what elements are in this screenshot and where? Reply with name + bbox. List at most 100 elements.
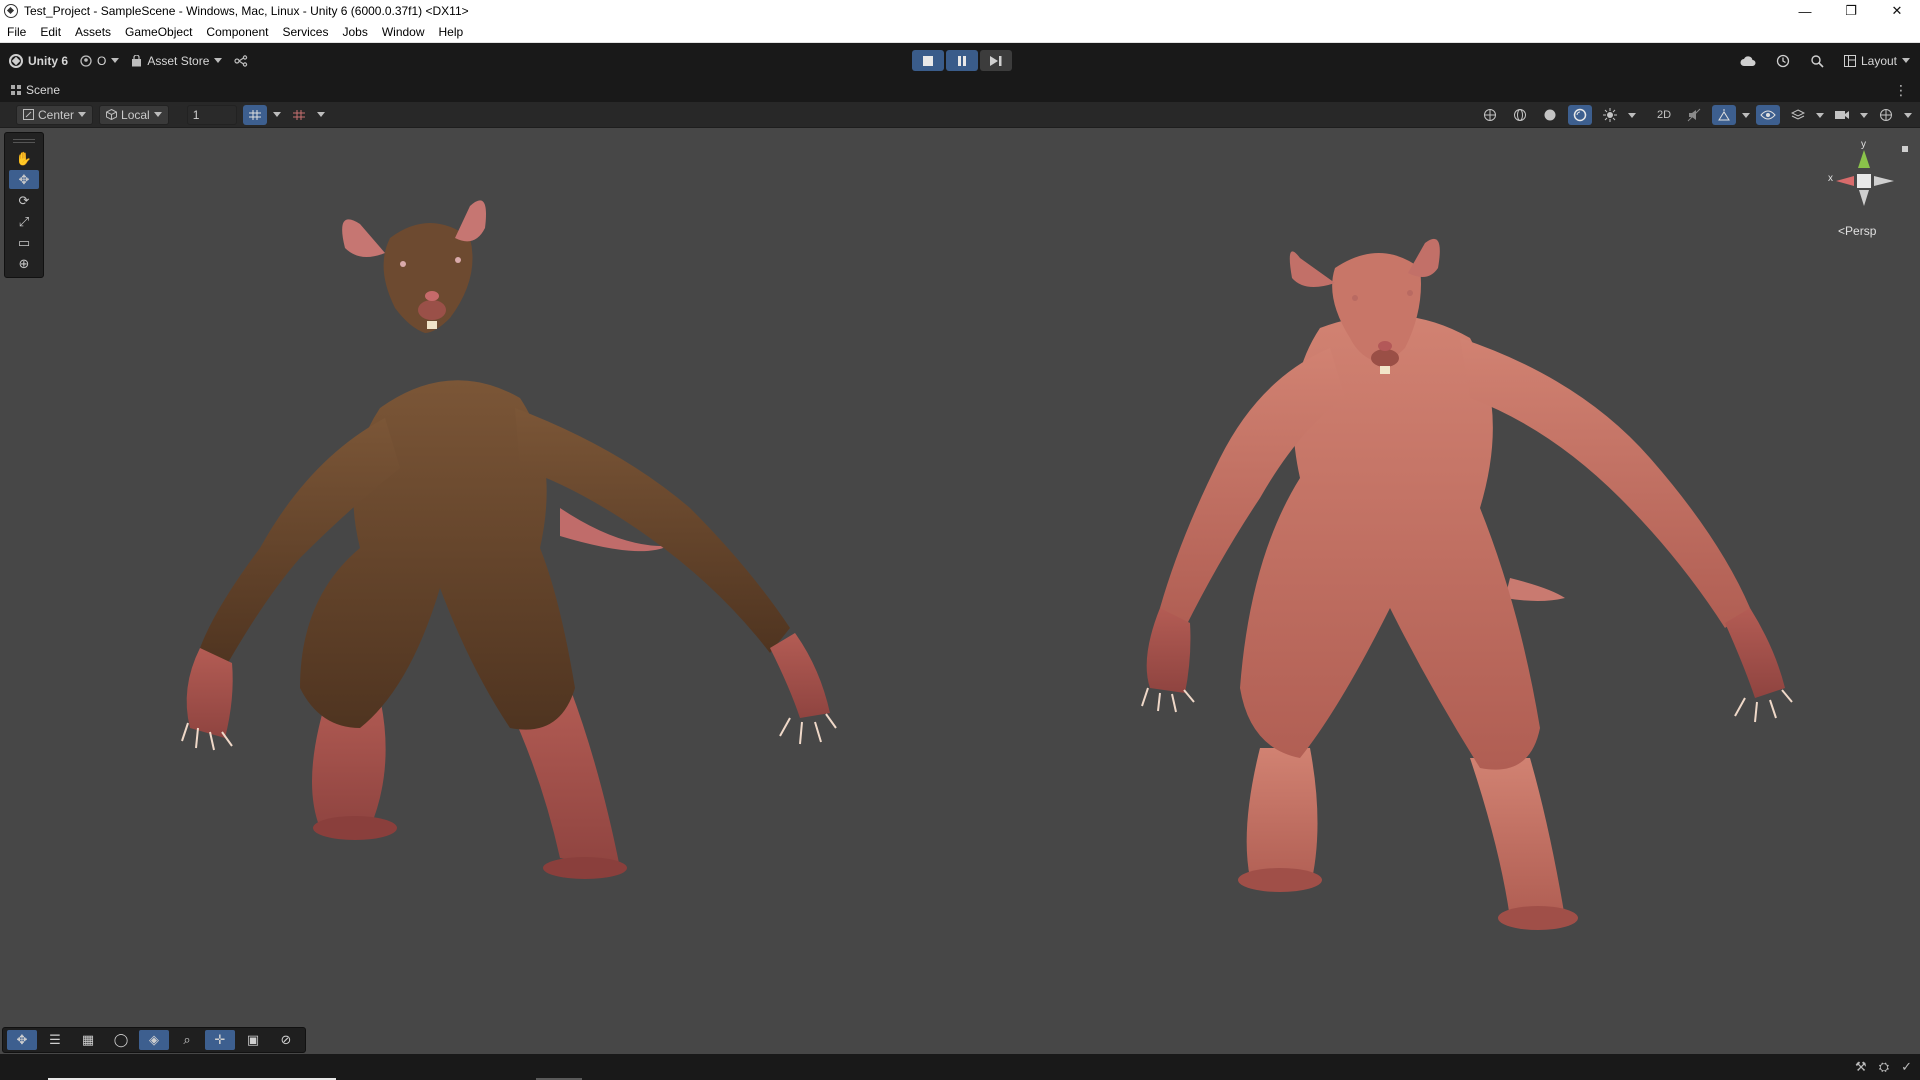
overlay-settings-button[interactable]: ☰	[40, 1030, 70, 1050]
transform-tool-button[interactable]: ⊕	[9, 254, 39, 273]
shading-wireframe-button[interactable]	[1508, 105, 1532, 125]
window-controls: — ❐ ✕	[1782, 0, 1920, 22]
history-icon[interactable]	[1776, 54, 1790, 68]
menu-gameobject[interactable]: GameObject	[118, 25, 199, 39]
overlay-grip-handle[interactable]	[13, 139, 35, 143]
sphere-icon: ◯	[113, 1032, 129, 1047]
skinned-rat-creature-model[interactable]	[1141, 238, 1793, 930]
rect-tool-button[interactable]: ▭	[9, 233, 39, 252]
view-tool-button[interactable]: ✋	[9, 149, 39, 168]
projection-label[interactable]: <Persp	[1838, 224, 1876, 238]
chevron-down-icon[interactable]	[1904, 112, 1912, 118]
gizmos-dropdown[interactable]	[1874, 105, 1898, 125]
overlay-search-button[interactable]: ⌕	[172, 1030, 202, 1050]
menu-help[interactable]: Help	[432, 25, 471, 39]
2d-toggle[interactable]: 2D	[1652, 105, 1676, 125]
camera-settings-dropdown[interactable]	[1830, 105, 1854, 125]
debug-mode-icon[interactable]: ⚒	[1855, 1059, 1867, 1075]
overlay-camera-button[interactable]: ▣	[238, 1030, 268, 1050]
effects-icon	[1718, 109, 1730, 121]
menu-jobs[interactable]: Jobs	[335, 25, 374, 39]
lighting-icon	[1603, 108, 1617, 122]
layers-dropdown[interactable]	[1786, 105, 1810, 125]
layout-dropdown[interactable]: Layout	[1843, 54, 1910, 68]
main-toolbar: Unity 6 O Asset Store Layout	[0, 43, 1920, 78]
rotate-tool-button[interactable]: ⟳	[9, 191, 39, 210]
menu-file[interactable]: File	[0, 25, 33, 39]
overlay-snap-button[interactable]: ✛	[205, 1030, 235, 1050]
unity-home-button[interactable]: Unity 6	[9, 53, 68, 68]
axis-gizmo-icon: y x	[1828, 139, 1908, 206]
window-title: Test_Project - SampleScene - Windows, Ma…	[24, 4, 469, 18]
shopping-bag-icon	[132, 54, 142, 66]
layout-icon	[1843, 54, 1856, 67]
overlay-grid-button[interactable]: ▦	[73, 1030, 103, 1050]
chevron-down-icon[interactable]	[316, 112, 325, 117]
step-button[interactable]	[980, 50, 1012, 71]
chevron-down-icon[interactable]	[1628, 112, 1636, 118]
hand-icon: ✋	[15, 150, 33, 166]
grid-snapping-toggle[interactable]	[242, 104, 267, 125]
asset-store-label: Asset Store	[147, 53, 210, 68]
scale-tool-button[interactable]: ⤢	[9, 212, 39, 231]
scale-icon: ⤢	[18, 213, 30, 229]
menu-services[interactable]: Services	[275, 25, 335, 39]
search-icon[interactable]	[1810, 54, 1824, 68]
shading-unlit-button[interactable]	[1568, 105, 1592, 125]
move-icon: ✥	[18, 171, 30, 187]
increment-snap-toggle[interactable]	[287, 105, 311, 125]
effects-toggle[interactable]	[1712, 105, 1736, 125]
account-dropdown[interactable]: O	[80, 54, 120, 68]
minimize-button[interactable]: —	[1782, 0, 1828, 22]
pivot-mode-dropdown[interactable]: Center	[16, 104, 94, 125]
check-icon[interactable]: ✓	[1901, 1059, 1912, 1075]
chevron-down-icon[interactable]	[1816, 112, 1824, 118]
cloud-icon[interactable]	[1740, 55, 1756, 67]
menu-bar: File Edit Assets GameObject Component Se…	[0, 22, 1920, 43]
overlay-compass-button[interactable]: ⊘	[271, 1030, 301, 1050]
pause-button[interactable]	[946, 50, 978, 71]
scene-view-toolbar: Center Local 1 2D	[0, 102, 1920, 128]
auto-generate-lighting-icon[interactable]: ⛭	[1879, 1059, 1889, 1075]
audio-mute-icon	[1687, 108, 1701, 122]
rect-icon: ▭	[17, 234, 31, 250]
grid-size-field[interactable]: 1	[186, 104, 237, 125]
chevron-down-icon[interactable]	[1742, 112, 1750, 118]
shading-shaded-button[interactable]	[1538, 105, 1562, 125]
status-bar: ⚒ ⛭ ✓	[0, 1054, 1920, 1080]
compass-icon: ⊘	[280, 1032, 292, 1047]
move-icon: ✥	[16, 1032, 28, 1047]
move-tool-button[interactable]: ✥	[9, 170, 39, 189]
overlay-move-button[interactable]: ✥	[7, 1030, 37, 1050]
audio-toggle[interactable]	[1682, 105, 1706, 125]
tab-scene-label: Scene	[26, 83, 61, 97]
menu-component[interactable]: Component	[199, 25, 275, 39]
scene-visibility-toggle[interactable]	[1756, 105, 1780, 125]
global-view-toggle[interactable]	[1478, 105, 1502, 125]
stop-button[interactable]	[912, 50, 944, 71]
menu-window[interactable]: Window	[375, 25, 432, 39]
chevron-down-icon[interactable]	[1860, 112, 1868, 118]
menu-edit[interactable]: Edit	[33, 25, 68, 39]
version-control-button[interactable]	[234, 54, 248, 67]
overlay-layers-button[interactable]: ◈	[139, 1030, 169, 1050]
restore-button[interactable]: ❐	[1828, 0, 1874, 22]
orientation-gizmo[interactable]: y x <Persp	[1818, 136, 1910, 246]
eye-icon	[1760, 110, 1776, 120]
menu-assets[interactable]: Assets	[68, 25, 118, 39]
scene-viewport[interactable]	[0, 128, 1920, 1054]
chevron-down-icon[interactable]	[272, 112, 281, 117]
tab-scene[interactable]: Scene	[0, 83, 60, 97]
search-icon: ⌕	[183, 1032, 191, 1047]
furred-rat-creature-model[interactable]	[181, 200, 837, 879]
asset-store-dropdown[interactable]: Asset Store	[131, 53, 223, 68]
pivot-rotation-label: Local	[121, 107, 150, 122]
overlay-sphere-button[interactable]: ◯	[106, 1030, 136, 1050]
snap-icon: ✛	[214, 1032, 226, 1047]
pivot-rotation-dropdown[interactable]: Local	[99, 104, 169, 125]
more-options-icon[interactable]: ⋮	[1894, 82, 1908, 99]
close-button[interactable]: ✕	[1874, 0, 1920, 22]
chevron-down-icon	[153, 112, 162, 117]
unity-app-icon	[4, 4, 18, 18]
draw-mode-dropdown[interactable]	[1598, 105, 1622, 125]
